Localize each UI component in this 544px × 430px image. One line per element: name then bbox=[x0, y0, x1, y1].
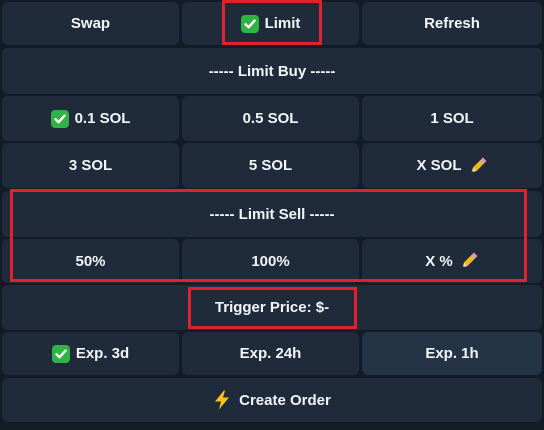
limit-sell-header: ----- Limit Sell ----- bbox=[2, 191, 542, 237]
create-order-button[interactable]: Create Order bbox=[2, 378, 542, 422]
buy-3-sol-button[interactable]: 3 SOL bbox=[2, 143, 179, 188]
sell-percent-label: 100% bbox=[251, 252, 290, 270]
buy-0.5-sol-button[interactable]: 0.5 SOL bbox=[182, 96, 359, 141]
refresh-button[interactable]: Refresh bbox=[362, 2, 542, 45]
buy-x-sol-button[interactable]: X SOL bbox=[362, 143, 542, 188]
buy-amount-label: 0.5 SOL bbox=[242, 110, 299, 127]
sell-percent-label: X % bbox=[425, 252, 453, 270]
buy-0.1-sol-button[interactable]: 0.1 SOL bbox=[2, 96, 179, 141]
buy-5-sol-button[interactable]: 5 SOL bbox=[182, 143, 359, 188]
create-order-label: Create Order bbox=[239, 391, 331, 409]
trigger-price-label: Trigger Price: $- bbox=[214, 299, 330, 316]
sell-percent-label: 50% bbox=[75, 252, 106, 270]
pencil-icon bbox=[459, 251, 479, 271]
buy-1-sol-button[interactable]: 1 SOL bbox=[362, 96, 542, 141]
limit-button[interactable]: Limit bbox=[182, 2, 359, 45]
limit-buy-header: ----- Limit Buy ----- bbox=[2, 48, 542, 94]
expiry-24h-button[interactable]: Exp. 24h bbox=[182, 332, 359, 375]
expiry-label: Exp. 1h bbox=[425, 345, 479, 362]
swap-label: Swap bbox=[70, 15, 111, 32]
trigger-price-button[interactable]: Trigger Price: $- bbox=[2, 285, 542, 330]
expiry-label: Exp. 24h bbox=[239, 345, 302, 362]
buy-amount-label: 1 SOL bbox=[430, 110, 474, 127]
sell-x-percent-button[interactable]: X % bbox=[362, 239, 542, 283]
sell-50-percent-button[interactable]: 50% bbox=[2, 239, 179, 283]
swap-button[interactable]: Swap bbox=[2, 2, 179, 45]
expiry-label: Exp. 3d bbox=[75, 345, 130, 362]
limit-buy-header-label: ----- Limit Buy ----- bbox=[208, 62, 336, 80]
buy-amount-label: X SOL bbox=[416, 157, 462, 174]
pencil-icon bbox=[468, 156, 488, 176]
sell-100-percent-button[interactable]: 100% bbox=[182, 239, 359, 283]
expiry-1h-button[interactable]: Exp. 1h bbox=[362, 332, 542, 375]
limit-label: Limit bbox=[264, 15, 301, 32]
lightning-icon bbox=[213, 390, 231, 410]
check-mark-icon bbox=[240, 14, 259, 33]
limit-sell-header-label: ----- Limit Sell ----- bbox=[209, 205, 335, 223]
check-mark-icon bbox=[51, 344, 70, 363]
expiry-3d-button[interactable]: Exp. 3d bbox=[2, 332, 179, 375]
buy-amount-label: 0.1 SOL bbox=[74, 110, 131, 127]
refresh-label: Refresh bbox=[424, 15, 480, 32]
buy-amount-label: 3 SOL bbox=[68, 157, 113, 174]
check-mark-icon bbox=[50, 109, 69, 128]
buy-amount-label: 5 SOL bbox=[248, 157, 293, 174]
